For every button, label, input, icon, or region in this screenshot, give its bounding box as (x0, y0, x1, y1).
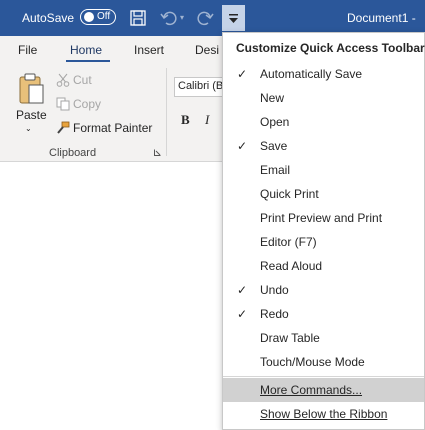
menu-item-redo[interactable]: ✓ Redo (223, 302, 424, 326)
copy-button[interactable]: Copy (73, 97, 101, 111)
menu-item-label: Open (260, 115, 290, 129)
menu-item-automatically-save[interactable]: ✓ Automatically Save (223, 62, 424, 86)
menu-item-label: Save (260, 139, 288, 153)
menu-item-label: Touch/Mouse Mode (260, 355, 365, 369)
menu-item-label: Email (260, 163, 291, 177)
group-divider (166, 68, 167, 156)
check-icon: ✓ (237, 139, 248, 153)
title-bar: AutoSave Off ▾ Document1 - (0, 0, 425, 36)
menu-item-print-preview[interactable]: Print Preview and Print (223, 206, 424, 230)
menu-item-label: Draw Table (260, 331, 320, 345)
copy-icon (56, 97, 70, 111)
menu-item-undo[interactable]: ✓ Undo (223, 278, 424, 302)
tab-file[interactable]: File (18, 43, 37, 57)
undo-dropdown-arrow-icon[interactable]: ▾ (180, 13, 184, 22)
document-title: Document1 - (347, 11, 416, 25)
menu-item-open[interactable]: Open (223, 110, 424, 134)
menu-item-label: Redo (260, 307, 289, 321)
save-icon[interactable] (129, 9, 147, 27)
customize-qat-button[interactable] (222, 5, 245, 31)
menu-separator (223, 376, 424, 377)
check-icon: ✓ (237, 67, 248, 81)
toggle-knob (84, 12, 94, 22)
bold-button[interactable]: B (181, 112, 190, 128)
customize-qat-icon (229, 14, 238, 23)
autosave-toggle[interactable]: Off (80, 9, 116, 25)
redo-icon[interactable] (196, 9, 214, 27)
menu-item-label: New (260, 91, 285, 105)
menu-item-editor[interactable]: Editor (F7) (223, 230, 424, 254)
customize-qat-menu: Customize Quick Access Toolbar ✓ Automat… (222, 32, 425, 430)
menu-item-more-commands[interactable]: More Commands... (223, 378, 424, 402)
menu-item-label: Undo (260, 283, 289, 297)
paste-dropdown-icon[interactable]: ⌄ (25, 124, 32, 133)
menu-item-new[interactable]: New (223, 86, 424, 110)
menu-item-touch-mouse-mode[interactable]: Touch/Mouse Mode (223, 350, 424, 374)
cut-button[interactable]: Cut (73, 73, 92, 87)
format-painter-icon (57, 121, 70, 134)
check-icon: ✓ (237, 283, 248, 297)
menu-item-save[interactable]: ✓ Save (223, 134, 424, 158)
menu-item-quick-print[interactable]: Quick Print (223, 182, 424, 206)
menu-item-label: Read Aloud (260, 259, 323, 273)
menu-item-read-aloud[interactable]: Read Aloud (223, 254, 424, 278)
check-icon: ✓ (237, 307, 248, 321)
menu-item-label: Print Preview and Print (260, 211, 383, 225)
italic-button[interactable]: I (205, 112, 209, 128)
clipboard-group-label: Clipboard (49, 147, 97, 159)
tab-design[interactable]: Desi (195, 43, 219, 57)
autosave-state: Off (97, 11, 111, 22)
menu-item-show-below-ribbon[interactable]: Show Below the Ribbon (223, 402, 424, 426)
menu-item-draw-table[interactable]: Draw Table (223, 326, 424, 350)
menu-item-email[interactable]: Email (223, 158, 424, 182)
autosave-label: AutoSave (22, 11, 75, 25)
active-tab-indicator (66, 60, 110, 62)
tab-home[interactable]: Home (70, 43, 102, 57)
menu-header: Customize Quick Access Toolbar (236, 41, 425, 55)
tab-insert[interactable]: Insert (134, 43, 164, 57)
dialog-launcher-icon[interactable] (154, 149, 161, 156)
menu-item-label: Show Below the Ribbon (260, 407, 388, 421)
menu-item-label: Editor (F7) (260, 235, 317, 249)
cut-icon (56, 73, 70, 87)
paste-button[interactable]: Paste (16, 108, 47, 122)
menu-item-label: Automatically Save (260, 67, 363, 81)
menu-item-label: More Commands... (260, 383, 363, 397)
menu-item-label: Quick Print (260, 187, 319, 201)
undo-icon[interactable] (160, 9, 178, 27)
format-painter-button[interactable]: Format Painter (73, 121, 152, 135)
paste-icon[interactable] (18, 72, 46, 106)
